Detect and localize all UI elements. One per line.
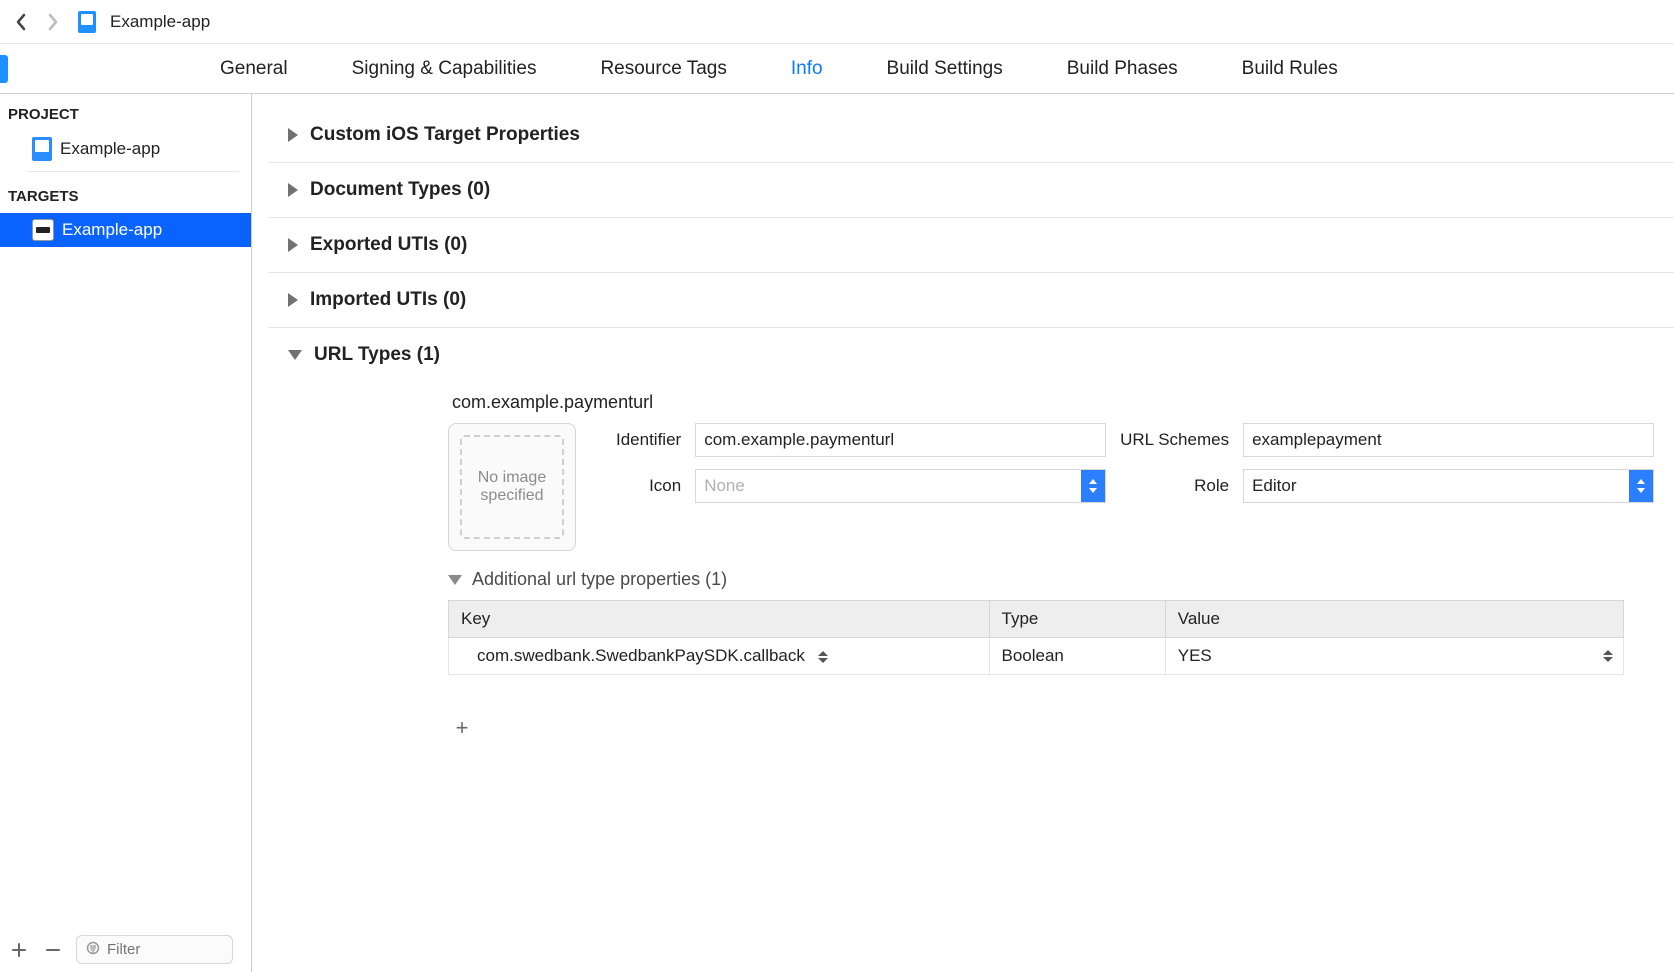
section-title: Imported UTIs (0)	[310, 289, 466, 311]
sidebar-project-item[interactable]: Example-app	[0, 131, 251, 167]
section-header[interactable]: URL Types (1)	[288, 344, 1654, 366]
sidebar-target-item[interactable]: Example-app	[0, 213, 251, 247]
identifier-field[interactable]: com.example.paymenturl	[695, 423, 1106, 457]
additional-header[interactable]: Additional url type properties (1)	[448, 569, 1654, 590]
col-type[interactable]: Type	[989, 601, 1165, 638]
sidebar-targets-label: TARGETS	[0, 176, 251, 213]
disclosure-icon	[288, 293, 298, 307]
url-schemes-label: URL Schemes	[1120, 430, 1229, 450]
remove-target-button[interactable]	[42, 939, 64, 961]
app-target-icon	[32, 219, 54, 241]
url-schemes-value: examplepayment	[1252, 430, 1381, 450]
key-stepper-icon[interactable]	[818, 651, 828, 663]
disclosure-icon	[288, 128, 298, 142]
role-value: Editor	[1252, 476, 1296, 496]
row-value: YES	[1178, 646, 1212, 665]
tab-build-rules[interactable]: Build Rules	[1242, 58, 1338, 80]
filter-input[interactable]	[107, 941, 224, 958]
url-type-entry: com.example.paymenturl No image specifie…	[288, 366, 1654, 675]
breadcrumb-title[interactable]: Example-app	[110, 12, 210, 32]
url-type-properties-table: Key Type Value com.swedbank.SwedbankPayS…	[448, 600, 1624, 675]
sidebar-project-label: PROJECT	[0, 94, 251, 131]
disclosure-icon	[288, 238, 298, 252]
icon-combo[interactable]: None	[695, 469, 1106, 503]
toolbar: Example-app	[0, 0, 1674, 44]
section-header[interactable]: Custom iOS Target Properties	[288, 124, 1654, 146]
project-file-icon	[32, 137, 52, 161]
info-editor: Custom iOS Target Properties Document Ty…	[252, 94, 1674, 972]
section-header[interactable]: Document Types (0)	[288, 179, 1654, 201]
col-value[interactable]: Value	[1165, 601, 1623, 638]
disclosure-open-icon	[288, 350, 302, 360]
combo-stepper-icon	[1081, 470, 1105, 502]
image-well-placeholder: No image specified	[460, 435, 564, 539]
identifier-label: Identifier	[616, 430, 681, 450]
project-icon	[78, 11, 96, 33]
icon-value: None	[704, 476, 745, 496]
section-custom-ios-target-properties: Custom iOS Target Properties	[268, 108, 1674, 163]
col-key[interactable]: Key	[449, 601, 990, 638]
role-label: Role	[1120, 476, 1229, 496]
tab-info[interactable]: Info	[791, 58, 823, 80]
add-target-button[interactable]	[8, 939, 30, 961]
row-key: com.swedbank.SwedbankPaySDK.callback	[477, 646, 805, 665]
tab-build-settings[interactable]: Build Settings	[887, 58, 1003, 80]
section-url-types: URL Types (1) com.example.paymenturl No …	[268, 328, 1674, 757]
section-title: Document Types (0)	[310, 179, 490, 201]
selection-indicator	[0, 55, 8, 83]
row-type: Boolean	[1002, 646, 1064, 665]
nav-forward-button[interactable]	[40, 9, 66, 35]
identifier-value: com.example.paymenturl	[704, 430, 894, 450]
disclosure-open-icon	[448, 575, 462, 585]
sidebar-separator	[28, 171, 239, 172]
filter-box[interactable]	[76, 935, 233, 964]
url-types-footer: +	[288, 675, 1654, 741]
url-type-image-well[interactable]: No image specified	[448, 423, 576, 551]
project-targets-sidebar: PROJECT Example-app TARGETS Example-app	[0, 94, 252, 972]
additional-title: Additional url type properties (1)	[472, 569, 727, 590]
section-exported-utis: Exported UTIs (0)	[268, 218, 1674, 273]
url-type-bundle-id: com.example.paymenturl	[448, 378, 1654, 423]
value-stepper-icon[interactable]	[1603, 650, 1613, 662]
icon-label: Icon	[616, 476, 681, 496]
tab-signing-capabilities[interactable]: Signing & Capabilities	[352, 58, 537, 80]
table-row[interactable]: com.swedbank.SwedbankPaySDK.callback Boo…	[449, 638, 1624, 675]
tab-general[interactable]: General	[220, 58, 288, 80]
section-document-types: Document Types (0)	[268, 163, 1674, 218]
role-combo[interactable]: Editor	[1243, 469, 1654, 503]
url-schemes-field[interactable]: examplepayment	[1243, 423, 1654, 457]
sidebar-target-item-label: Example-app	[62, 220, 162, 240]
sidebar-project-item-label: Example-app	[60, 139, 160, 159]
section-title: Custom iOS Target Properties	[310, 124, 580, 146]
disclosure-icon	[288, 183, 298, 197]
section-imported-utis: Imported UTIs (0)	[268, 273, 1674, 328]
sidebar-footer	[0, 927, 241, 972]
section-title: Exported UTIs (0)	[310, 234, 467, 256]
nav-back-button[interactable]	[8, 9, 34, 35]
additional-url-type-properties: Additional url type properties (1) Key T…	[448, 569, 1654, 675]
tab-build-phases[interactable]: Build Phases	[1067, 58, 1178, 80]
tab-resource-tags[interactable]: Resource Tags	[600, 58, 726, 80]
section-header[interactable]: Exported UTIs (0)	[288, 234, 1654, 256]
combo-stepper-icon	[1629, 470, 1653, 502]
filter-icon	[85, 940, 101, 959]
section-header[interactable]: Imported UTIs (0)	[288, 289, 1654, 311]
editor-tabs: General Signing & Capabilities Resource …	[0, 44, 1674, 94]
add-url-type-button[interactable]: +	[448, 715, 476, 741]
section-title: URL Types (1)	[314, 344, 440, 366]
